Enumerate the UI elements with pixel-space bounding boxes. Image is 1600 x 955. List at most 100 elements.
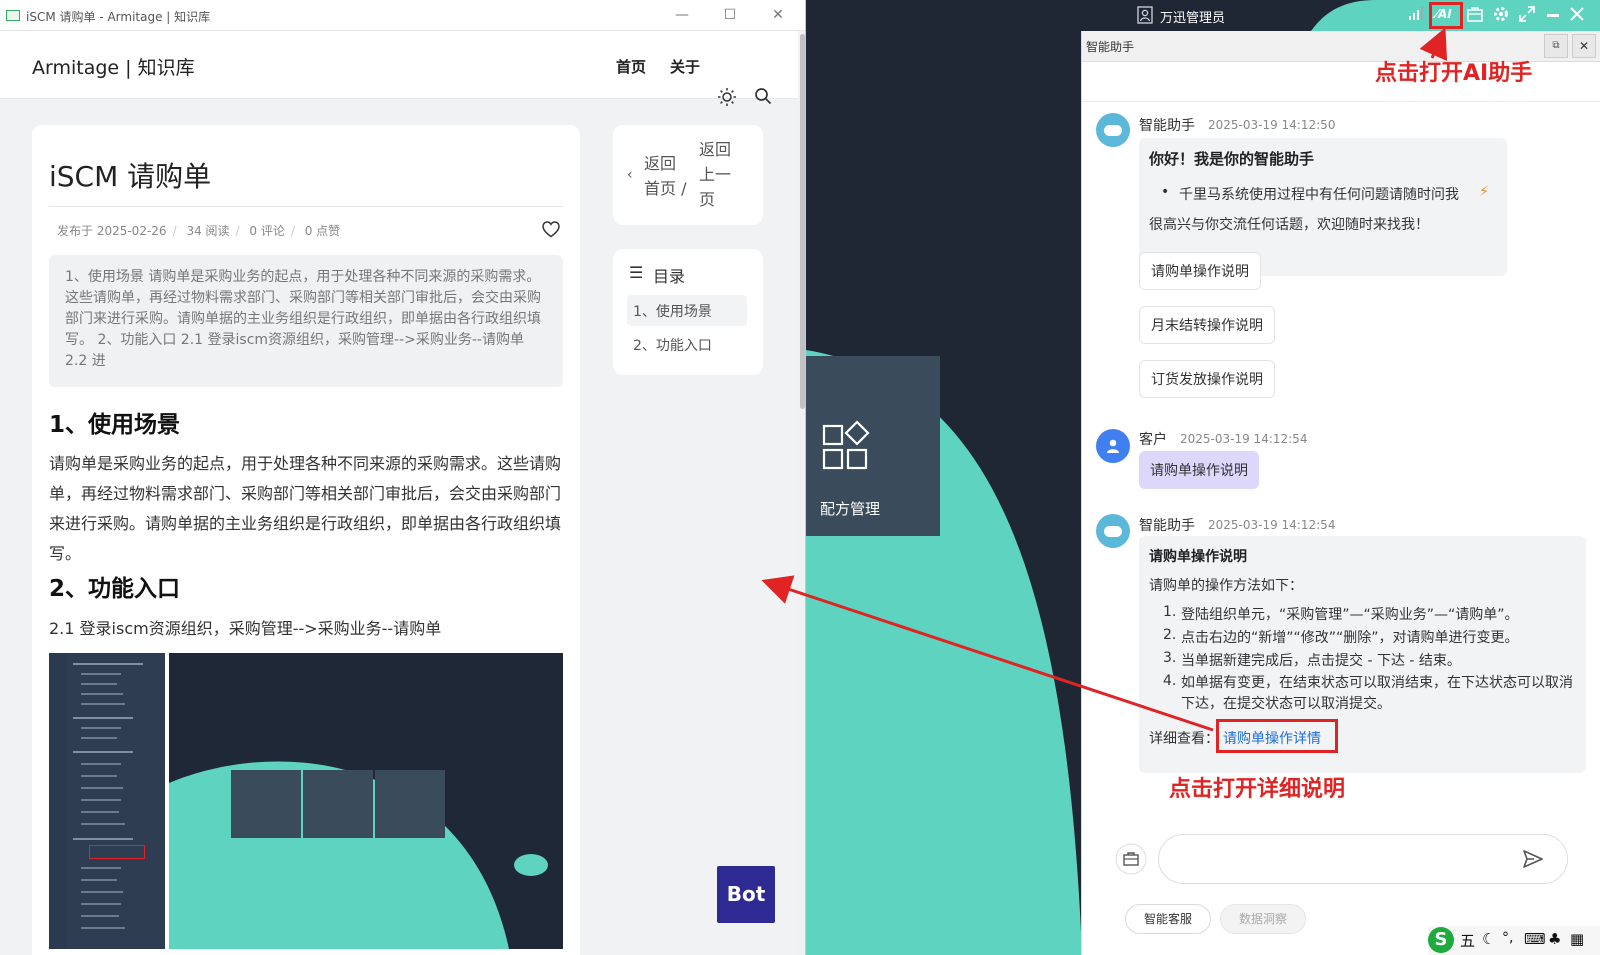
grid-icon[interactable]: ▦ bbox=[1570, 930, 1584, 948]
section1-heading: 1、使用场景 bbox=[49, 412, 181, 438]
assistant-avatar-2 bbox=[1096, 514, 1130, 548]
toc-title: 目录 bbox=[653, 267, 686, 286]
annotation-top: 点击打开AI助手 bbox=[1375, 61, 1533, 86]
nav-home[interactable]: 首页 bbox=[616, 56, 646, 77]
msg3-time: 2025-03-19 14:12:54 bbox=[1208, 518, 1336, 532]
annotation-bottom: 点击打开详细说明 bbox=[1169, 777, 1346, 802]
section1-text: 请购单是采购业务的起点，用于处理各种不同来源的采购需求。这些请购单，再经过物料需… bbox=[49, 454, 562, 563]
msg1-heading: 你好！我是你的智能助手 bbox=[1149, 150, 1315, 168]
article-card: iSCM 请购单 发布于 2025-02-26/ 34 阅读/ 0 评论/ 0 … bbox=[32, 125, 580, 955]
bullet-dot: • bbox=[1161, 184, 1170, 200]
msg1-bullet: 千里马系统使用过程中有任何问题请随时问我 bbox=[1179, 187, 1459, 203]
msg3-intro: 请购单的操作方法如下： bbox=[1149, 578, 1303, 594]
step-1: 登陆组织单元，“采购管理”—“采购业务”—“请购单”。 bbox=[1181, 607, 1519, 623]
toc-item-entry[interactable]: 2、功能入口 bbox=[627, 329, 747, 360]
detail-prefix: 详细查看： bbox=[1149, 731, 1219, 747]
gear-icon[interactable] bbox=[1492, 5, 1510, 23]
message-input[interactable] bbox=[1158, 834, 1568, 884]
window-titlebar: iSCM 请购单 - Armitage | 知识库 — ☐ ✕ bbox=[0, 0, 805, 31]
nav-about[interactable]: 关于 bbox=[670, 56, 700, 77]
msg3-heading: 请购单操作说明 bbox=[1149, 549, 1247, 565]
data-insight-button[interactable]: 数据洞察 bbox=[1220, 904, 1306, 934]
msg2-bubble: 请购单操作说明 bbox=[1139, 451, 1259, 489]
punctuation-icon[interactable]: °, bbox=[1502, 930, 1513, 946]
assistant-title: 智能助手 bbox=[1086, 40, 1135, 54]
site-brand[interactable]: Armitage | 知识库 bbox=[32, 53, 195, 80]
msg3-bubble: 请购单操作说明 请购单的操作方法如下： 1. 登陆组织单元，“采购管理”—“采购… bbox=[1139, 536, 1586, 773]
article-summary: 1、使用场景 请购单是采购业务的起点，用于处理各种不同来源的采购需求。这些请购单… bbox=[49, 255, 563, 387]
toc-item-usage[interactable]: 1、使用场景 bbox=[627, 295, 747, 326]
toolbox-icon[interactable] bbox=[1115, 843, 1147, 875]
step-4: 如单据有变更，在结束状态可以取消结束，在下达状态可以取消下达，在提交状态可以取消… bbox=[1181, 675, 1573, 712]
msg2-time: 2025-03-19 14:12:54 bbox=[1180, 432, 1308, 446]
bag-icon[interactable] bbox=[1466, 5, 1484, 23]
user-name[interactable]: 万迅管理员 bbox=[1160, 7, 1225, 26]
send-icon[interactable] bbox=[1522, 849, 1544, 869]
section2-text: 2.1 登录iscm资源组织，采购管理-->采购业务--请购单 bbox=[49, 619, 442, 638]
chevron-left-icon: ‹ bbox=[627, 167, 633, 183]
divider bbox=[1082, 101, 1600, 102]
step-2: 点击右边的“新增”“修改”“删除”，对请购单进行变更。 bbox=[1181, 630, 1519, 646]
step-3: 当单据新建完成后，点击提交 - 下达 - 结束。 bbox=[1181, 653, 1461, 669]
signal-icon bbox=[1409, 7, 1423, 20]
meta-likes: 0 点赞 bbox=[304, 224, 341, 238]
recipe-management-tile[interactable]: 配方管理 bbox=[806, 356, 940, 536]
customer-avatar bbox=[1096, 429, 1130, 463]
meta-published: 发布于 2025-02-26 bbox=[57, 224, 167, 238]
heart-icon[interactable] bbox=[542, 221, 560, 238]
bot-button[interactable]: Bot bbox=[717, 866, 775, 923]
suggestion-month-end[interactable]: 月末结转操作说明 bbox=[1139, 306, 1275, 344]
suggestion-order-release[interactable]: 订货发放操作说明 bbox=[1139, 360, 1275, 398]
toc-card: ☰ 目录 1、使用场景 2、功能入口 bbox=[613, 249, 763, 375]
back-prev-link[interactable]: 返回上一页 bbox=[699, 137, 735, 212]
skin-icon[interactable]: ♣ bbox=[1548, 930, 1561, 948]
ai-assistant-icon[interactable]: ⁄AI bbox=[1436, 7, 1452, 21]
assistant-avatar bbox=[1096, 113, 1130, 147]
search-icon[interactable] bbox=[754, 87, 772, 105]
screenshot-canvas bbox=[169, 761, 548, 949]
user-icon bbox=[1137, 6, 1153, 24]
ime-toolbar[interactable]: S 五 ☾ °, ⌨ ♣ ▦ bbox=[1428, 926, 1600, 955]
site-header: Armitage | 知识库 首页 关于 bbox=[0, 31, 800, 106]
close-button[interactable]: ✕ bbox=[768, 6, 788, 24]
detail-link[interactable]: 请购单操作详情 bbox=[1223, 728, 1321, 748]
back-home-link[interactable]: 返回首页 / bbox=[644, 151, 690, 201]
screenshot-iconbar bbox=[49, 653, 67, 949]
lightning-icon: ⚡ bbox=[1479, 184, 1489, 200]
minimize-button[interactable]: — bbox=[672, 6, 692, 24]
msg1-sender: 智能助手 bbox=[1139, 118, 1195, 134]
msg1-closing: 很高兴与你交流任何话题，欢迎随时来找我！ bbox=[1149, 217, 1429, 233]
keyboard-icon[interactable]: ⌨ bbox=[1524, 930, 1546, 948]
meta-views: 34 阅读 bbox=[186, 224, 230, 238]
section2-heading: 2、功能入口 bbox=[49, 576, 181, 602]
smart-service-button[interactable]: 智能客服 bbox=[1125, 904, 1211, 934]
restore-button[interactable]: ⧉ bbox=[1544, 34, 1568, 58]
msg2-sender: 客户 bbox=[1139, 432, 1167, 448]
tile-label: 配方管理 bbox=[820, 500, 881, 518]
panel-close-button[interactable]: ✕ bbox=[1572, 34, 1596, 58]
minimize-icon[interactable] bbox=[1544, 5, 1562, 23]
scrollbar-thumb[interactable] bbox=[800, 34, 805, 409]
window-title: iSCM 请购单 - Armitage | 知识库 bbox=[26, 10, 211, 24]
divider bbox=[49, 206, 563, 207]
ime-logo-icon: S bbox=[1428, 927, 1454, 953]
close-icon[interactable] bbox=[1568, 5, 1586, 23]
screenshot-menu bbox=[67, 653, 165, 949]
meta-comments: 0 评论 bbox=[249, 224, 285, 238]
suggestion-purchase-request[interactable]: 请购单操作说明 bbox=[1139, 252, 1261, 290]
embedded-screenshot bbox=[49, 653, 563, 949]
article-title: iSCM 请购单 bbox=[49, 160, 212, 193]
expand-icon[interactable] bbox=[1518, 5, 1536, 23]
assistant-panel: 智能助手 ⧉ ✕ 点击打开AI助手 智能助手 2025-03-19 14:12:… bbox=[1081, 31, 1600, 955]
theme-toggle-icon[interactable] bbox=[717, 87, 737, 107]
knowledge-base-window: iSCM 请购单 - Armitage | 知识库 — ☐ ✕ Armitage… bbox=[0, 0, 806, 955]
msg3-sender: 智能助手 bbox=[1139, 518, 1195, 534]
apps-grid-icon bbox=[822, 420, 870, 470]
app-icon bbox=[6, 10, 20, 21]
moon-icon[interactable]: ☾ bbox=[1482, 930, 1495, 948]
article-meta: 发布于 2025-02-26/ 34 阅读/ 0 评论/ 0 点赞 bbox=[57, 224, 341, 238]
msg1-time: 2025-03-19 14:12:50 bbox=[1208, 118, 1336, 132]
maximize-button[interactable]: ☐ bbox=[720, 6, 740, 24]
back-links-card: ‹ 返回首页 / 返回上一页 bbox=[613, 125, 763, 225]
ime-mode-icon[interactable]: 五 bbox=[1460, 930, 1475, 951]
